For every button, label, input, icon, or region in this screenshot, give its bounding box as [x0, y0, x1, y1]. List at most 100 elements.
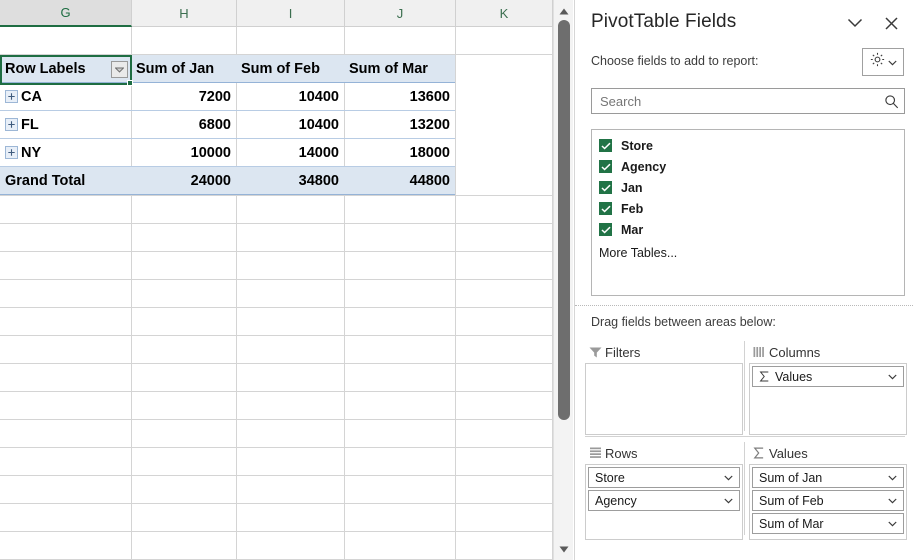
- pivot-data-row[interactable]: FL 6800 10400 13200: [0, 111, 455, 139]
- row-labels-filter-button[interactable]: [111, 61, 128, 78]
- scrollbar-thumb[interactable]: [558, 20, 570, 420]
- field-list-item-label: Mar: [621, 222, 644, 237]
- pivot-row-label-cell[interactable]: FL: [0, 111, 131, 139]
- search-input[interactable]: [592, 93, 878, 109]
- pivot-table[interactable]: Row Labels Sum of Jan Sum of Feb Sum of …: [0, 55, 455, 195]
- grid-line-horizontal: [0, 531, 553, 532]
- pivot-row-label-cell[interactable]: NY: [0, 139, 131, 167]
- chevron-down-icon[interactable]: [721, 475, 735, 481]
- grid-line-horizontal: [0, 195, 553, 196]
- pivot-data-row[interactable]: CA 7200 10400 13600: [0, 83, 455, 111]
- field-list-item-jan[interactable]: Jan: [592, 177, 904, 198]
- checkbox-checked-icon[interactable]: [599, 202, 612, 215]
- more-tables-link[interactable]: More Tables...: [592, 242, 904, 263]
- field-list-item-mar[interactable]: Mar: [592, 219, 904, 240]
- area-columns-field-values[interactable]: Values: [752, 366, 904, 387]
- pivot-grand-total-value[interactable]: 24000: [131, 167, 236, 195]
- area-values-field-label: Sum of Feb: [759, 493, 824, 508]
- choose-fields-label: Choose fields to add to report:: [591, 54, 759, 68]
- area-rows: Rows Store Agency: [585, 442, 743, 540]
- pivot-value-cell[interactable]: 13200: [344, 111, 455, 139]
- column-header-I[interactable]: I: [237, 0, 345, 27]
- pivot-header-sum-of-jan[interactable]: Sum of Jan: [131, 55, 236, 83]
- area-rows-field-store[interactable]: Store: [588, 467, 740, 488]
- pivot-value-cell[interactable]: 13600: [344, 83, 455, 111]
- grid-line-horizontal: [0, 279, 553, 280]
- pivot-grand-total-row[interactable]: Grand Total 24000 34800 44800: [0, 167, 455, 195]
- expand-plus-icon[interactable]: [5, 118, 18, 131]
- pivot-row-label-text: FL: [21, 116, 39, 133]
- pivot-row-label-cell[interactable]: CA: [0, 83, 131, 111]
- field-list-item-agency[interactable]: Agency: [592, 156, 904, 177]
- column-header-J[interactable]: J: [345, 0, 456, 27]
- field-search-box[interactable]: [591, 88, 905, 114]
- chevron-down-icon[interactable]: [885, 498, 899, 504]
- area-filters-dropzone[interactable]: [585, 363, 743, 435]
- pivot-value-cell[interactable]: 6800: [131, 111, 236, 139]
- scroll-down-arrow-icon[interactable]: [554, 540, 574, 558]
- sigma-icon: [749, 447, 769, 459]
- area-values-header: Values: [749, 442, 907, 464]
- area-filters-title: Filters: [605, 344, 641, 360]
- area-rows-field-agency[interactable]: Agency: [588, 490, 740, 511]
- field-list-tools-button[interactable]: [862, 48, 904, 76]
- pivot-data-row[interactable]: NY 10000 14000 18000: [0, 139, 455, 167]
- column-header-K-label: K: [499, 5, 509, 21]
- expand-plus-icon[interactable]: [5, 90, 18, 103]
- column-header-G-label: G: [60, 5, 71, 20]
- grid-line-horizontal: [0, 307, 553, 308]
- area-values: Values Sum of Jan Sum of Feb Sum of Mar: [749, 442, 907, 540]
- checkbox-checked-icon[interactable]: [599, 181, 612, 194]
- field-list-item-store[interactable]: Store: [592, 135, 904, 156]
- panel-collapse-button[interactable]: [842, 10, 868, 36]
- area-columns-header: Columns: [749, 341, 907, 363]
- pivot-value-cell[interactable]: 14000: [236, 139, 344, 167]
- area-rows-dropzone[interactable]: Store Agency: [585, 464, 743, 540]
- area-values-dropzone[interactable]: Sum of Jan Sum of Feb Sum of Mar: [749, 464, 907, 540]
- area-columns-dropzone[interactable]: Values: [749, 363, 907, 435]
- column-header-G[interactable]: G: [0, 0, 132, 27]
- sigma-icon: [759, 371, 770, 382]
- column-header-J-label: J: [396, 5, 404, 21]
- checkbox-checked-icon[interactable]: [599, 223, 612, 236]
- area-filters: Filters: [585, 341, 743, 435]
- pivottable-fields-panel: PivotTable Fields Choose fields to add t…: [574, 0, 914, 560]
- field-list-item-label: Feb: [621, 201, 644, 216]
- chevron-down-icon[interactable]: [885, 374, 899, 380]
- pivot-value-cell[interactable]: 10000: [131, 139, 236, 167]
- expand-plus-icon[interactable]: [5, 146, 18, 159]
- checkbox-checked-icon[interactable]: [599, 160, 612, 173]
- choose-fields-row: Choose fields to add to report:: [575, 48, 914, 80]
- panel-close-button[interactable]: [878, 10, 904, 36]
- pivot-value-cell[interactable]: 10400: [236, 83, 344, 111]
- pivot-grand-total-value[interactable]: 44800: [344, 167, 455, 195]
- column-header-H[interactable]: H: [132, 0, 237, 27]
- checkbox-checked-icon[interactable]: [599, 139, 612, 152]
- pivot-grand-total-value[interactable]: 34800: [236, 167, 344, 195]
- area-values-field-sum-of-mar[interactable]: Sum of Mar: [752, 513, 904, 534]
- column-header-K[interactable]: K: [456, 0, 553, 27]
- scroll-up-arrow-icon[interactable]: [554, 2, 574, 20]
- field-list[interactable]: Store Agency Jan Feb Mar More Tables...: [591, 129, 905, 296]
- area-filters-header: Filters: [585, 341, 743, 363]
- vertical-scrollbar[interactable]: [553, 0, 573, 560]
- pivot-value-cell[interactable]: 10400: [236, 111, 344, 139]
- chevron-down-icon[interactable]: [885, 475, 899, 481]
- pivot-header-sum-of-mar[interactable]: Sum of Mar: [344, 55, 455, 83]
- pivot-header-sum-of-feb[interactable]: Sum of Feb: [236, 55, 344, 83]
- pivot-grand-total-label[interactable]: Grand Total: [0, 167, 131, 195]
- chevron-down-icon[interactable]: [885, 521, 899, 527]
- search-icon: [878, 94, 904, 109]
- area-values-field-sum-of-feb[interactable]: Sum of Feb: [752, 490, 904, 511]
- grid-line-horizontal: [0, 223, 553, 224]
- pivot-value-cell[interactable]: 7200: [131, 83, 236, 111]
- field-list-item-feb[interactable]: Feb: [592, 198, 904, 219]
- worksheet-grid[interactable]: G H I J K Row Labels Sum of Jan Sum of F…: [0, 0, 553, 560]
- column-header-H-label: H: [179, 5, 189, 21]
- pivot-value-cell[interactable]: 18000: [344, 139, 455, 167]
- area-values-field-sum-of-jan[interactable]: Sum of Jan: [752, 467, 904, 488]
- chevron-down-icon[interactable]: [721, 498, 735, 504]
- pivot-header-row: Row Labels Sum of Jan Sum of Feb Sum of …: [0, 55, 455, 83]
- field-list-item-label: Jan: [621, 180, 643, 195]
- pivot-row-label-text: CA: [21, 88, 42, 105]
